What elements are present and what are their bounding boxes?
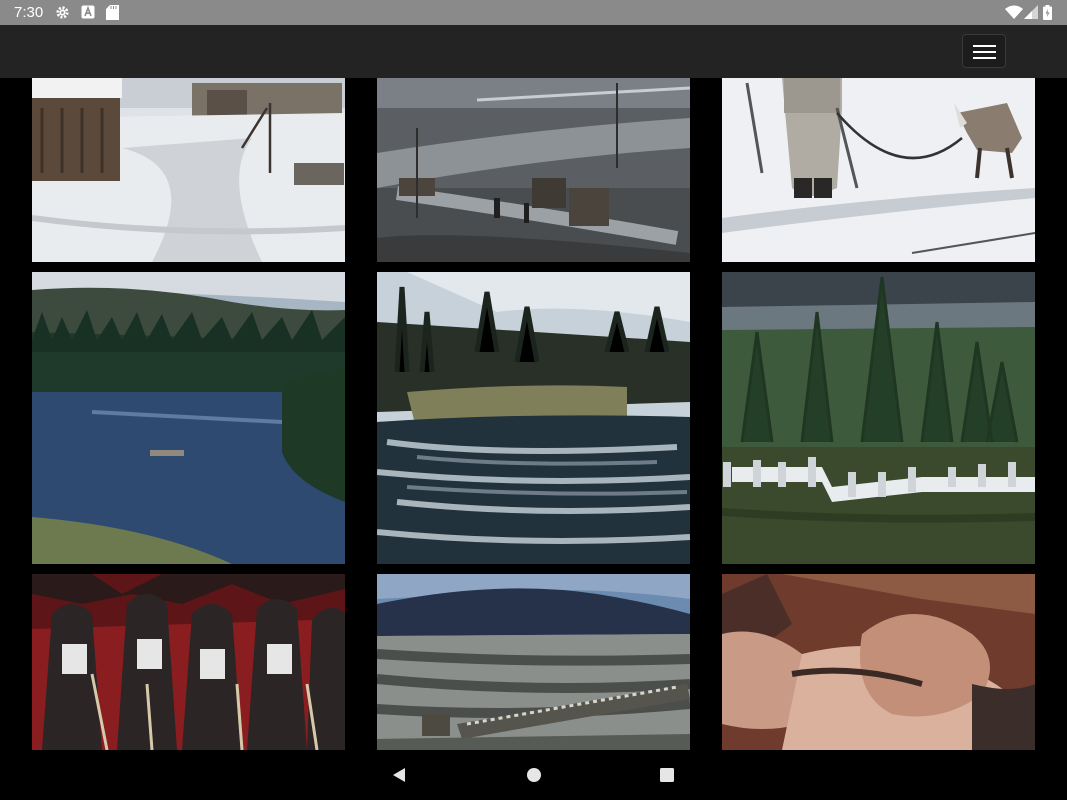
status-time: 7:30 [14, 4, 44, 21]
status-bar: 7:30 [0, 0, 1067, 25]
menu-button[interactable] [962, 34, 1006, 68]
laundry-in-forest-photo[interactable] [722, 272, 1035, 564]
back-icon[interactable] [391, 767, 407, 783]
wifi-icon [1005, 5, 1023, 20]
trucks-on-road-photo[interactable] [377, 78, 690, 262]
cell-signal-icon [1024, 5, 1039, 20]
soldier-with-reindeer-photo[interactable] [722, 78, 1035, 262]
settings-icon [55, 5, 70, 20]
hamburger-menu-icon [973, 45, 996, 47]
navigation-bar [0, 750, 1067, 800]
river-valley-photo[interactable] [32, 272, 345, 564]
bridge-landscape-photo[interactable] [377, 574, 690, 750]
a-notification-icon [81, 5, 96, 20]
hamburger-line [973, 51, 996, 53]
app-bar [0, 25, 1067, 78]
recents-icon[interactable] [659, 767, 675, 783]
sd-card-icon [106, 5, 121, 20]
rapids-forest-photo[interactable] [377, 272, 690, 564]
home-icon[interactable] [526, 767, 542, 783]
snowy-village-road-photo[interactable] [32, 78, 345, 262]
battery-icon [1043, 5, 1053, 20]
resting-man-photo[interactable] [722, 574, 1035, 750]
skiers-group-photo[interactable] [32, 574, 345, 750]
hamburger-line [973, 57, 996, 59]
photo-gallery[interactable] [0, 78, 1067, 750]
